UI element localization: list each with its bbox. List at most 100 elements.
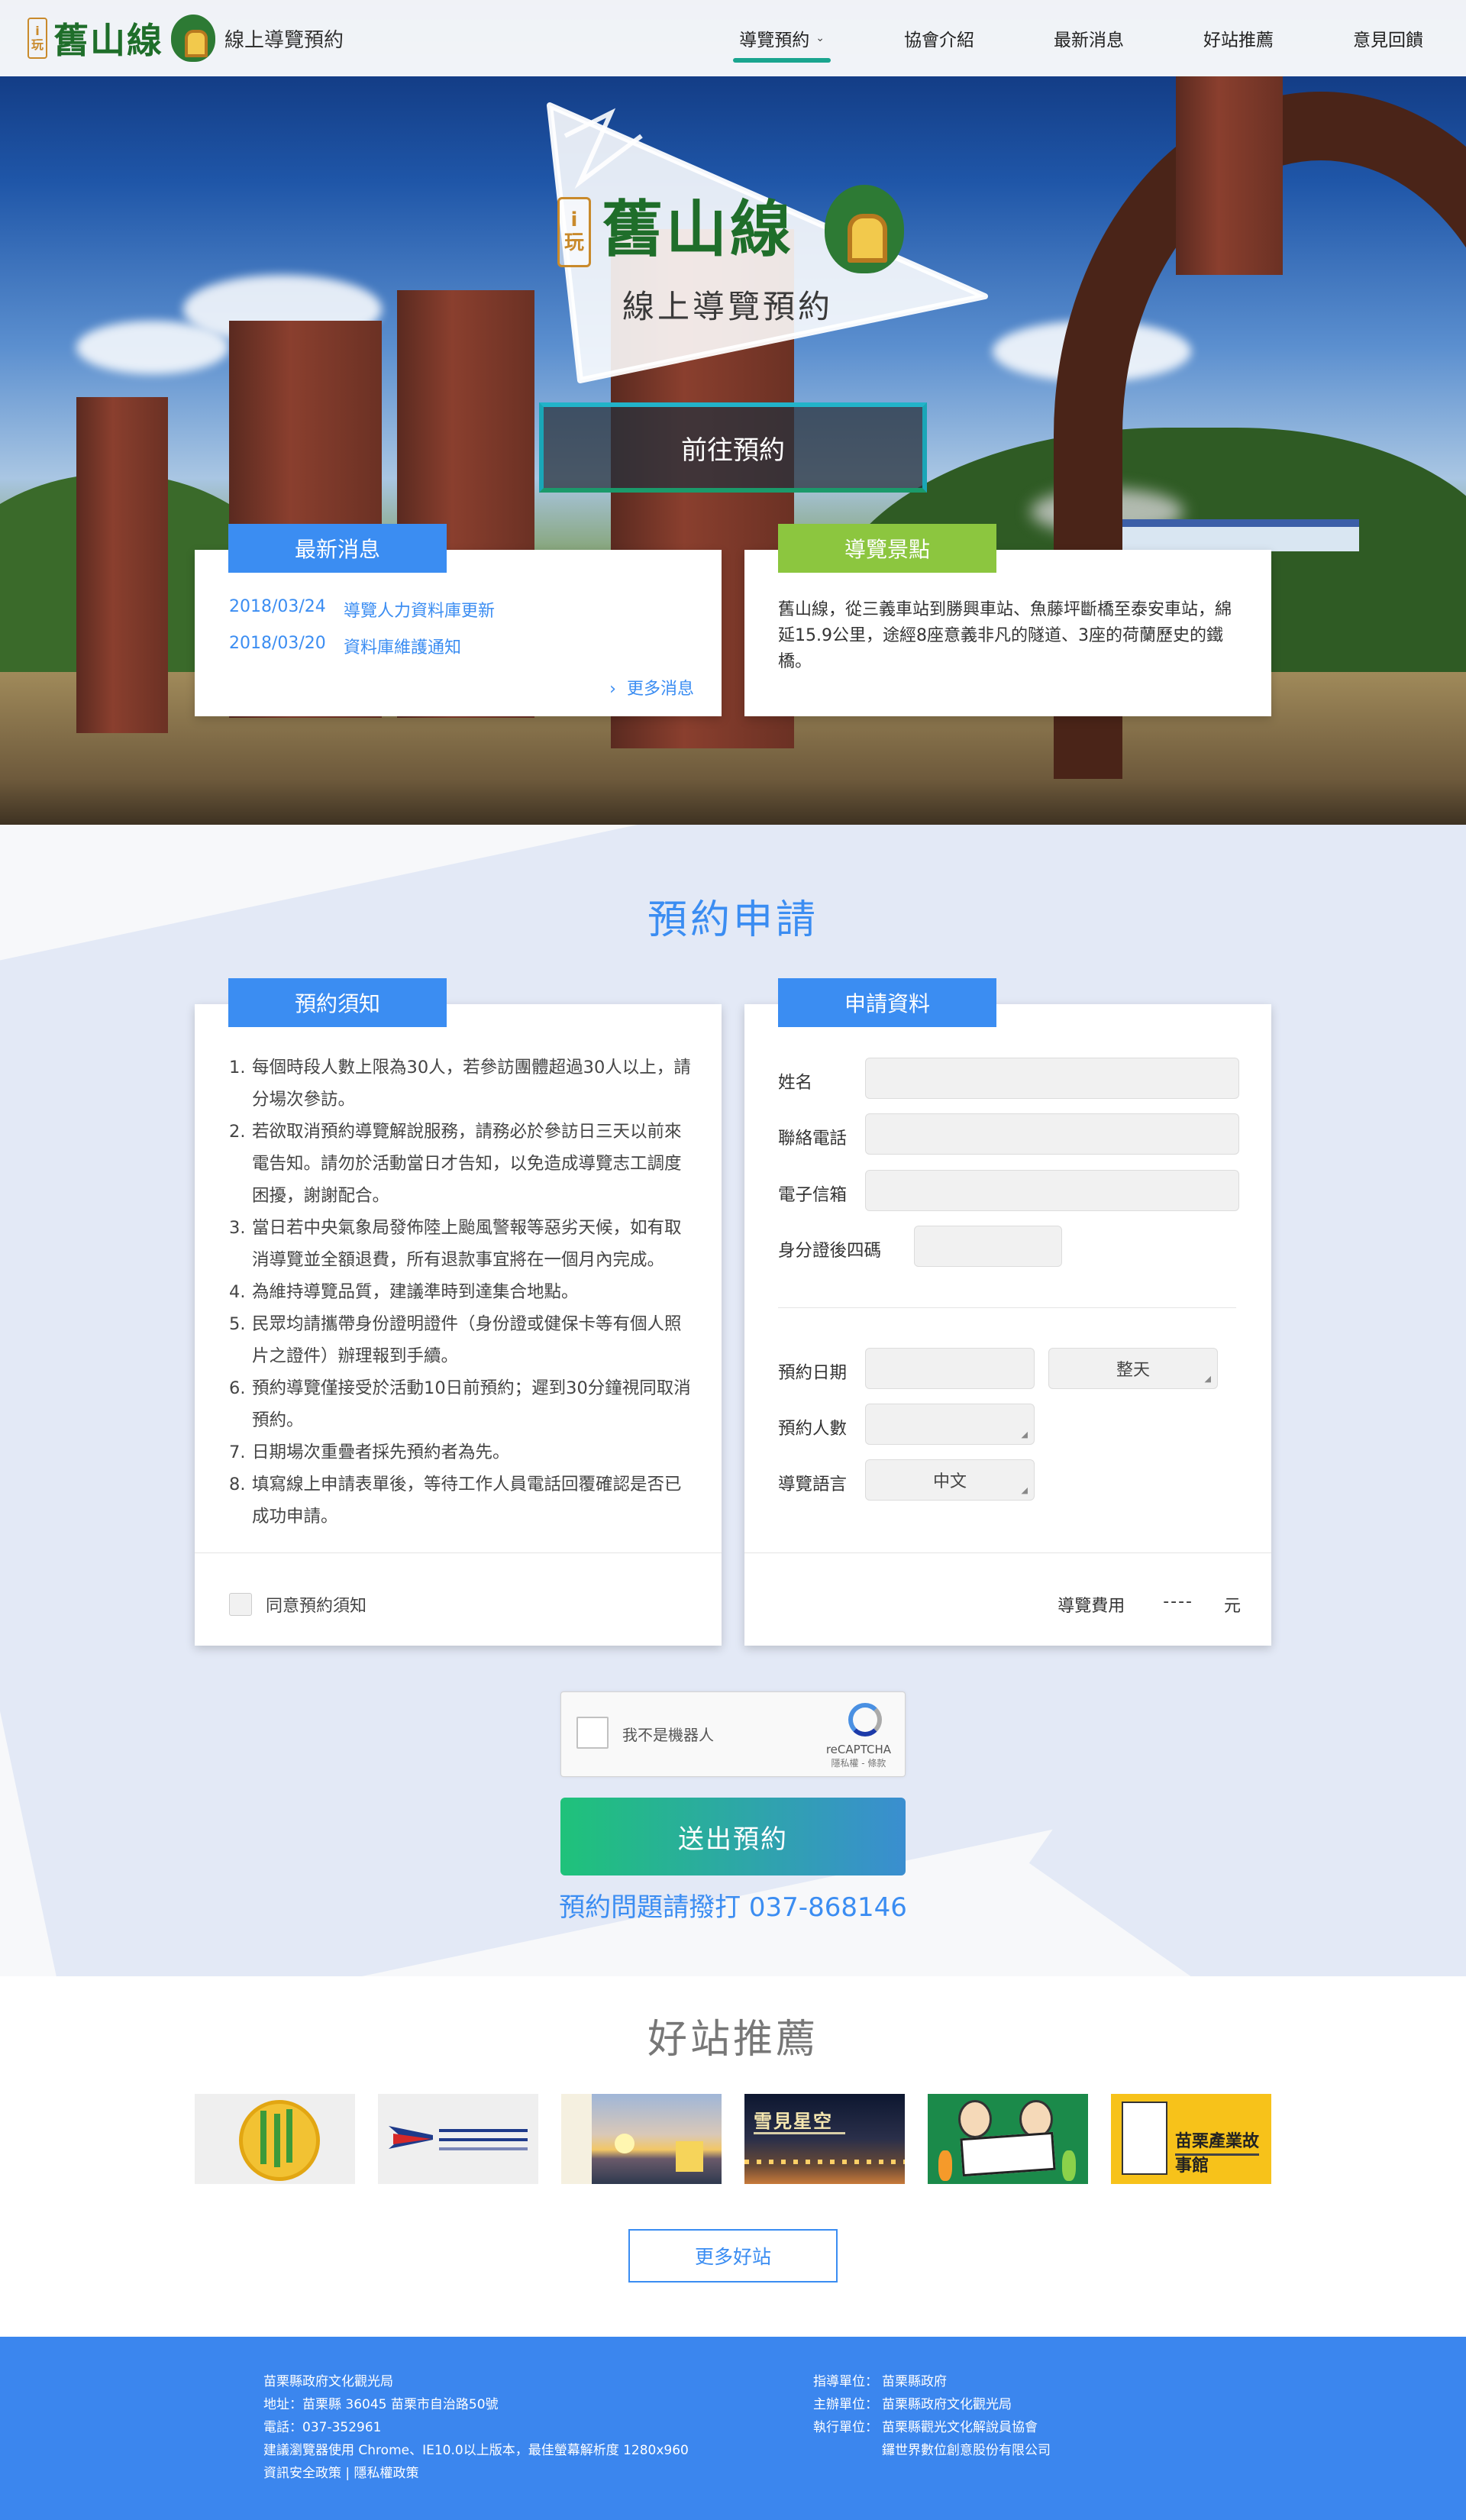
notice-number: 7.: [229, 1443, 246, 1462]
spots-description: 舊山線，從三義車站到勝興車站、魚藤坪斷橋至泰安車站，綿延15.9公里，途經8座意…: [778, 600, 1232, 671]
menu-item-label: 好站推薦: [1203, 31, 1274, 50]
site-logo[interactable]: i 玩 舊山線 線上導覽預約: [27, 12, 344, 64]
footer-value: 苗栗縣觀光文化解說員協會: [882, 2420, 1038, 2435]
people-select[interactable]: [865, 1404, 1035, 1445]
menu-item-booking[interactable]: 導覽預約 ⌄: [733, 0, 831, 76]
vegetable-icon: [1062, 2150, 1076, 2181]
go-booking-button[interactable]: 前往預約: [539, 402, 927, 493]
footer-key-spacer: [813, 2439, 882, 2462]
notice-text: 當日若中央氣象局發佈陸上颱風警報等惡劣天候，如有取消導覽並全額退費，所有退款事宜…: [252, 1218, 682, 1270]
sun-icon: [615, 2134, 635, 2153]
logo-box: [1122, 2102, 1167, 2175]
menu-item-news[interactable]: 最新消息: [1054, 0, 1124, 76]
language-select[interactable]: 中文: [865, 1459, 1035, 1501]
submit-booking-button[interactable]: 送出預約: [560, 1798, 906, 1875]
more-sites-button[interactable]: 更多好站: [628, 2229, 838, 2283]
footer-value: 苗栗縣政府: [882, 2374, 947, 2389]
site-logo-industry-museum[interactable]: 苗栗產業故事館: [1111, 2094, 1271, 2184]
notice-text: 每個時段人數上限為30人，若參訪團體超過30人以上，請分場次參訪。: [252, 1058, 691, 1110]
application-form-card: 申請資料 姓名 聯絡電話 電子信箱 身分證後四碼 預約日期 整天 預約人數 導覽…: [744, 978, 1271, 1646]
security-policy-link[interactable]: 資訊安全政策: [263, 2466, 341, 2481]
name-input[interactable]: [865, 1058, 1239, 1099]
logo-i-char: 玩: [31, 37, 44, 52]
menu-item-label: 意見回饋: [1353, 31, 1423, 50]
agree-checkbox-row[interactable]: 同意預約須知: [229, 1592, 366, 1617]
site-logo-scenic[interactable]: [561, 2094, 722, 2184]
footer-exec-row: 鑼世界數位創意股份有限公司: [813, 2439, 1051, 2462]
site-logo-night-view[interactable]: 雪見星空: [744, 2094, 905, 2184]
recaptcha-brand-text: reCAPTCHA: [825, 1743, 891, 1756]
phone-input[interactable]: [865, 1113, 1239, 1155]
tunnel-icon: [825, 185, 904, 273]
menu-item-about[interactable]: 協會介紹: [904, 0, 974, 76]
footer: 苗栗縣政府文化觀光局 地址：苗栗縣 36045 苗栗市自治路50號 電話：037…: [0, 2337, 1466, 2520]
sign-board: [960, 2131, 1056, 2177]
news-date: 2018/03/24: [229, 597, 326, 616]
more-news-link[interactable]: › 更多消息: [609, 675, 694, 699]
form-card-tab: 申請資料: [778, 978, 996, 1027]
menu-item-feedback[interactable]: 意見回饋: [1353, 0, 1423, 76]
footer-address: 地址：苗栗縣 36045 苗栗市自治路50號: [263, 2397, 499, 2412]
news-title: 資料庫維護通知: [344, 638, 462, 657]
top-navbar: i 玩 舊山線 線上導覽預約 導覽預約 ⌄ 協會介紹 最新消息 好站推薦 意見回…: [0, 0, 1466, 76]
notice-text: 日期場次重疊者採先預約者為先。: [252, 1443, 510, 1462]
divider: [744, 1552, 1271, 1553]
privacy-policy-link[interactable]: 隱私權政策: [354, 2466, 419, 2481]
date-label: 預約日期: [778, 1363, 848, 1383]
session-select-value: 整天: [1116, 1361, 1150, 1380]
person-icon: [958, 2100, 992, 2138]
agree-label: 同意預約須知: [266, 1597, 367, 1616]
news-item[interactable]: 2018/03/20 資料庫維護通知: [229, 634, 461, 658]
recaptcha-checkbox[interactable]: [576, 1717, 609, 1749]
notice-text: 為維持導覽品質，建議準時到達集合地點。: [252, 1282, 579, 1302]
fee-row: 導覽費用 ---- 元: [1058, 1592, 1241, 1617]
news-card-tab: 最新消息: [228, 524, 447, 573]
logo-i-badge: i 玩: [27, 18, 47, 59]
recaptcha-brand: reCAPTCHA 隱私權 - 條款: [826, 1743, 891, 1770]
bamboo-icon: [260, 2111, 266, 2164]
people-label: 預約人數: [778, 1419, 848, 1439]
footer-value: 鑼世界數位創意股份有限公司: [882, 2443, 1051, 2458]
fee-value: ----: [1163, 1592, 1193, 1611]
booking-section: 預約申請 預約須知 1. 每個時段人數上限為30人，若參訪團體超過30人以上，請分…: [0, 825, 1466, 1976]
notice-item: 7. 日期場次重疊者採先預約者為先。: [229, 1436, 695, 1468]
footer-key: 主辦單位：: [813, 2397, 878, 2412]
site-logo-agri[interactable]: [928, 2094, 1088, 2184]
footer-value: 苗栗縣政府文化觀光局: [882, 2397, 1012, 2412]
menu-item-label: 導覽預約: [739, 31, 810, 50]
footer-host-row: 主辦單位： 苗栗縣政府文化觀光局: [813, 2393, 1051, 2416]
notice-item: 4. 為維持導覽品質，建議準時到達集合地點。: [229, 1276, 695, 1308]
footer-guide-row: 指導單位： 苗栗縣政府: [813, 2370, 1051, 2393]
site-logo-text: 苗栗產業故事館: [1175, 2132, 1260, 2176]
email-input[interactable]: [865, 1170, 1239, 1211]
notice-item: 5. 民眾均請攜帶身份證明證件（身份證或健保卡等有個人照片之證件）辦理報到手續。: [229, 1308, 695, 1372]
notice-item: 6. 預約導覽僅接受於活動10日前預約；遲到30分鐘視同取消預約。: [229, 1372, 695, 1436]
site-logo-hakka[interactable]: [378, 2094, 538, 2184]
notice-item: 2. 若欲取消預約導覽解說服務，請務必於參訪日三天以前來電告知。請勿於活動當日才告…: [229, 1116, 695, 1212]
language-select-value: 中文: [932, 1472, 967, 1491]
booking-hotline: 預約問題請撥打 037-868146: [559, 1892, 907, 1923]
menu-item-sites[interactable]: 好站推薦: [1203, 0, 1274, 76]
sites-title: 好站推薦: [647, 2017, 819, 2063]
city-lights: [744, 2160, 905, 2164]
notice-item: 1. 每個時段人數上限為30人，若參訪團體超過30人以上，請分場次參訪。: [229, 1052, 695, 1116]
footer-phone: 電話：037-352961: [263, 2420, 382, 2435]
footer-organizers: 指導單位： 苗栗縣政府 主辦單位： 苗栗縣政府文化觀光局 執行單位： 苗栗縣觀光文化解…: [813, 2370, 1051, 2462]
news-item[interactable]: 2018/03/24 導覽人力資料庫更新: [229, 597, 495, 622]
session-select[interactable]: 整天: [1048, 1348, 1218, 1389]
logo-i-letter: i: [35, 24, 40, 39]
footer-policy-links: 資訊安全政策 | 隱私權政策: [263, 2462, 689, 2485]
id-last4-input[interactable]: [914, 1226, 1062, 1267]
agree-checkbox[interactable]: [229, 1593, 252, 1616]
notice-number: 1.: [229, 1058, 246, 1077]
hero-logo-title: 舊山線: [602, 193, 794, 265]
notice-number: 5.: [229, 1314, 246, 1334]
news-title: 導覽人力資料庫更新: [344, 602, 496, 621]
spots-card: 導覽景點 舊山線，從三義車站到勝興車站、魚藤坪斷橋至泰安車站，綿延15.9公里，…: [744, 524, 1271, 716]
email-label: 電子信箱: [778, 1185, 848, 1205]
site-logo-bamboo[interactable]: [195, 2094, 355, 2184]
main-menu: 導覽預約 ⌄ 協會介紹 最新消息 好站推薦 意見回饋: [733, 0, 1423, 76]
recaptcha-terms-link[interactable]: 隱私權 - 條款: [826, 1756, 891, 1770]
date-input[interactable]: [865, 1348, 1035, 1389]
logo-i-letter: i: [570, 208, 578, 232]
